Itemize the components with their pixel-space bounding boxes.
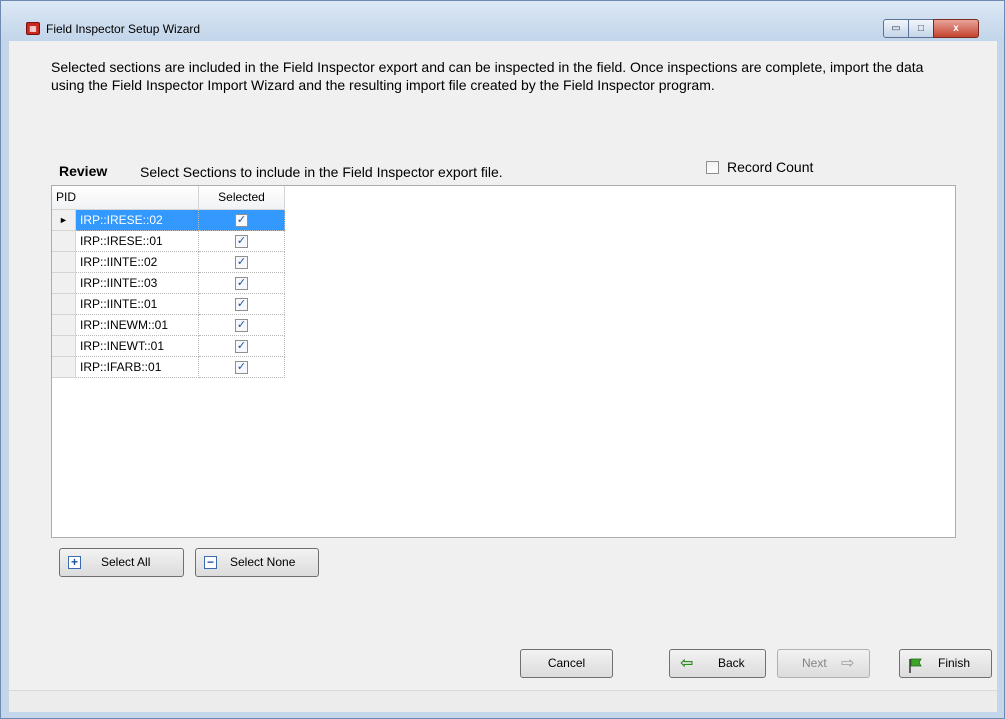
- record-count-label: Record Count: [727, 159, 814, 175]
- table-row[interactable]: IRP::IRESE::01 ✓: [52, 231, 285, 252]
- finish-button[interactable]: Finish: [899, 649, 992, 678]
- table-row[interactable]: IRP::IINTE::01 ✓: [52, 294, 285, 315]
- selected-checkbox[interactable]: ✓: [235, 318, 248, 332]
- selected-checkbox[interactable]: ✓: [235, 213, 248, 227]
- selected-cell[interactable]: ✓: [199, 273, 285, 294]
- table-row[interactable]: IRP::INEWT::01 ✓: [52, 336, 285, 357]
- plus-icon: +: [68, 556, 81, 569]
- flag-icon: [908, 656, 924, 683]
- selected-cell[interactable]: ✓: [199, 357, 285, 378]
- close-button[interactable]: x: [933, 19, 979, 38]
- pid-cell[interactable]: IRP::IRESE::01: [76, 231, 199, 252]
- close-icon: x: [953, 23, 959, 34]
- row-header[interactable]: [52, 336, 76, 357]
- maximize-icon: □: [917, 23, 925, 34]
- selected-checkbox[interactable]: ✓: [235, 360, 248, 374]
- grid-header: PID Selected: [52, 186, 285, 210]
- review-instructions: Select Sections to include in the Field …: [140, 164, 503, 180]
- next-arrow-icon: ⇨: [841, 655, 855, 672]
- select-none-label: Select None: [230, 555, 296, 569]
- back-button[interactable]: ⇦ Back: [669, 649, 766, 678]
- table-row[interactable]: IRP::INEWM::01 ✓: [52, 315, 285, 336]
- pid-cell[interactable]: IRP::IFARB::01: [76, 357, 199, 378]
- selected-cell[interactable]: ✓: [199, 315, 285, 336]
- pid-cell[interactable]: IRP::INEWM::01: [76, 315, 199, 336]
- column-header-pid[interactable]: PID: [52, 186, 199, 210]
- back-label: Back: [718, 656, 745, 670]
- table-row[interactable]: ► IRP::IRESE::02 ✓: [52, 210, 285, 231]
- next-button[interactable]: Next ⇨: [777, 649, 870, 678]
- window-title: Field Inspector Setup Wizard: [46, 22, 201, 36]
- review-heading: Review: [59, 163, 108, 179]
- status-bar: [9, 690, 997, 712]
- selected-checkbox[interactable]: ✓: [235, 276, 248, 290]
- selected-cell[interactable]: ✓: [199, 210, 285, 231]
- selected-cell[interactable]: ✓: [199, 231, 285, 252]
- minimize-button[interactable]: ▭: [883, 19, 909, 38]
- selected-cell[interactable]: ✓: [199, 252, 285, 273]
- selected-checkbox[interactable]: ✓: [235, 234, 248, 248]
- selected-cell[interactable]: ✓: [199, 294, 285, 315]
- column-header-selected[interactable]: Selected: [199, 186, 285, 210]
- row-header[interactable]: [52, 231, 76, 252]
- next-label: Next: [802, 656, 827, 670]
- row-header[interactable]: [52, 252, 76, 273]
- maximize-button[interactable]: □: [908, 19, 934, 38]
- title-bar[interactable]: ▦ Field Inspector Setup Wizard ▭ □ x: [1, 1, 1004, 41]
- selected-checkbox[interactable]: ✓: [235, 339, 248, 353]
- pid-cell[interactable]: IRP::IINTE::03: [76, 273, 199, 294]
- sections-grid[interactable]: PID Selected ► IRP::IRESE::02 ✓ IRP::IRESE:…: [51, 185, 956, 538]
- row-header[interactable]: [52, 273, 76, 294]
- table-row[interactable]: IRP::IFARB::01 ✓: [52, 357, 285, 378]
- select-all-button[interactable]: + Select All: [59, 548, 184, 577]
- back-arrow-icon: ⇦: [680, 655, 694, 672]
- app-icon[interactable]: ▦: [26, 22, 40, 35]
- grid-rows: ► IRP::IRESE::02 ✓ IRP::IRESE::01 ✓ IRP::IINT…: [52, 210, 285, 378]
- cancel-label: Cancel: [547, 656, 586, 670]
- row-header[interactable]: ►: [52, 210, 76, 231]
- wizard-window: ▦ Field Inspector Setup Wizard ▭ □ x Sel…: [0, 0, 1005, 719]
- cancel-button[interactable]: Cancel: [520, 649, 613, 678]
- minimize-icon: ▭: [891, 23, 901, 34]
- record-count-box[interactable]: [706, 160, 719, 174]
- table-row[interactable]: IRP::IINTE::03 ✓: [52, 273, 285, 294]
- pid-cell[interactable]: IRP::INEWT::01: [76, 336, 199, 357]
- pid-cell[interactable]: IRP::IRESE::02: [76, 210, 199, 231]
- select-all-label: Select All: [101, 555, 151, 569]
- pid-cell[interactable]: IRP::IINTE::01: [76, 294, 199, 315]
- selected-cell[interactable]: ✓: [199, 336, 285, 357]
- pid-cell[interactable]: IRP::IINTE::02: [76, 252, 199, 273]
- intro-text: Selected sections are included in the Fi…: [51, 59, 924, 93]
- select-none-button[interactable]: − Select None: [195, 548, 319, 577]
- minus-icon: −: [204, 556, 217, 569]
- record-count-checkbox[interactable]: Record Count: [706, 159, 813, 175]
- selected-checkbox[interactable]: ✓: [235, 255, 248, 269]
- row-header[interactable]: [52, 294, 76, 315]
- finish-label: Finish: [938, 656, 971, 670]
- selected-checkbox[interactable]: ✓: [235, 297, 248, 311]
- row-header[interactable]: [52, 357, 76, 378]
- table-row[interactable]: IRP::IINTE::02 ✓: [52, 252, 285, 273]
- row-header[interactable]: [52, 315, 76, 336]
